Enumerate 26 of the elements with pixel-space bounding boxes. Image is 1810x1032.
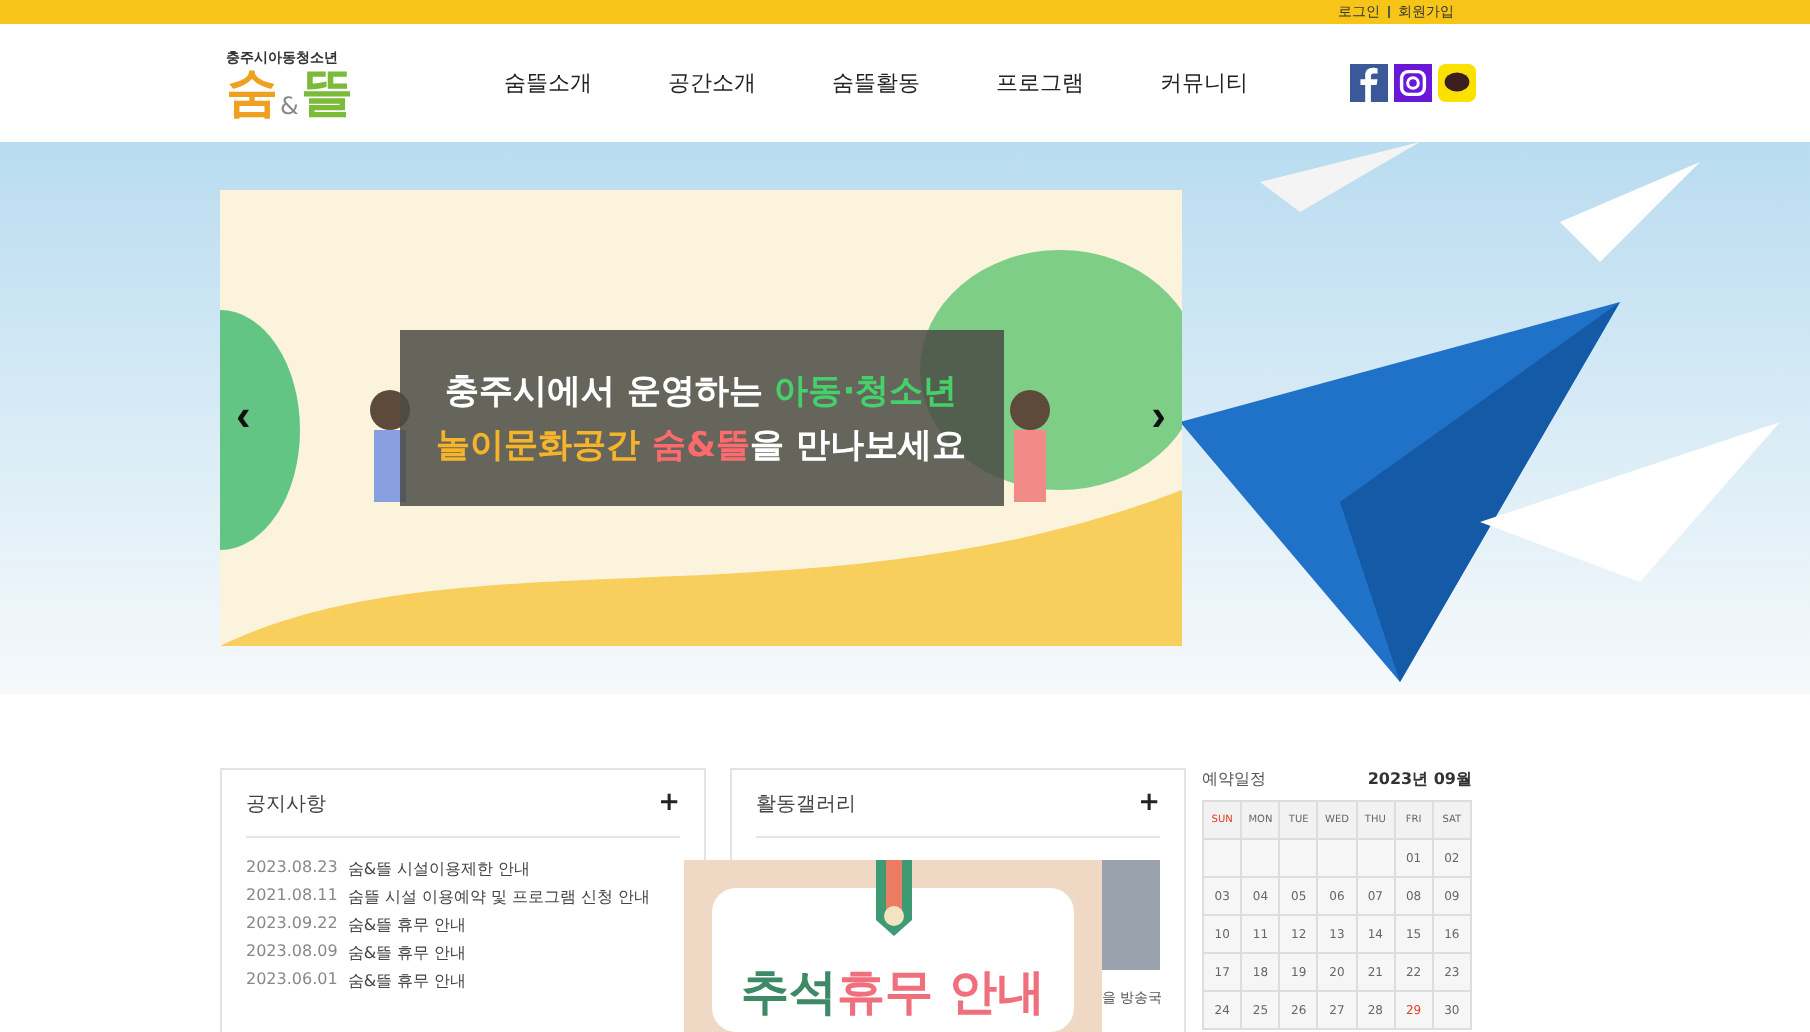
notice-item[interactable]: 2023.09.22 숨&뜰 휴무 안내 (246, 914, 467, 936)
notice-item[interactable]: 2023.08.23 숨&뜰 시설이용제한 안내 (246, 858, 531, 880)
notice-item[interactable]: 2023.08.09 숨&뜰 휴무 안내 (246, 942, 467, 964)
panel-title: 활동갤러리 (756, 791, 856, 817)
calendar-month: 2023년 09월 (1367, 767, 1472, 789)
nav-item[interactable]: 프로그램 (958, 68, 1122, 98)
logo-text[interactable]: & (280, 91, 299, 119)
nav-item[interactable]: 커뮤니티 (1122, 68, 1286, 98)
photo-placeholder (1102, 860, 1160, 970)
notice-item[interactable]: 2021.08.11 숨뜰 시설 이용예약 및 프로그램 신청 안내 (246, 886, 651, 908)
facebook-icon[interactable] (1350, 64, 1388, 102)
nav-item[interactable]: 공간소개 (630, 68, 794, 98)
next-slide-button[interactable]: › (1151, 390, 1166, 442)
more-link[interactable]: + (1138, 788, 1160, 818)
previous-slide-button[interactable]: ‹ (236, 390, 251, 442)
instagram-icon[interactable] (1394, 64, 1432, 102)
nav-item[interactable]: 숨뜰소개 (466, 68, 630, 98)
chat-bubble-icon[interactable] (1438, 64, 1476, 102)
calendar-title: 예약일정 (1202, 767, 1266, 789)
banner-heading: 충주시에서 운영하는 아동·청소년 (444, 370, 958, 414)
notice-item[interactable]: 2023.06.01 숨&뜰 휴무 안내 (246, 970, 467, 992)
popup-title: 추석휴무 안내 (740, 962, 1046, 1024)
panel-title: 공지사항 (246, 791, 326, 817)
nav-item[interactable]: 숨뜰활동 (794, 68, 958, 98)
more-link[interactable]: + (658, 788, 680, 818)
banner-heading: 놀이문화공간 숨&뜰을 만나보세요 (436, 424, 966, 468)
